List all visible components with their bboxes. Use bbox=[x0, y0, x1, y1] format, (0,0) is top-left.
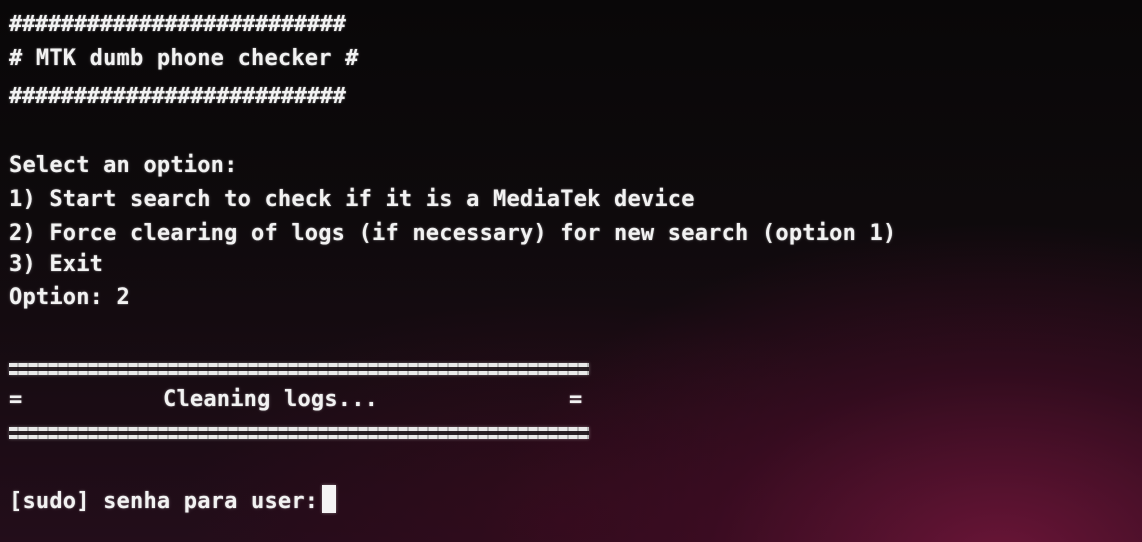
status-right-edge: = bbox=[569, 387, 583, 412]
option-input-line: Option: 2 bbox=[9, 285, 131, 310]
text-cursor bbox=[322, 485, 337, 513]
separator-bottom bbox=[9, 427, 589, 439]
terminal-window[interactable]: ########################## # MTK dumb ph… bbox=[0, 0, 1142, 542]
menu-option-3: 3) Exit bbox=[9, 252, 104, 277]
status-left-edge: = bbox=[9, 387, 23, 412]
banner-top: ########################## bbox=[9, 12, 346, 37]
separator-top bbox=[9, 363, 589, 375]
sudo-prompt-text: [sudo] senha para user: bbox=[9, 489, 319, 514]
sudo-password-prompt[interactable]: [sudo] senha para user: bbox=[9, 485, 337, 517]
menu-prompt: Select an option: bbox=[9, 153, 238, 178]
banner-bottom: ########################## bbox=[9, 84, 346, 109]
status-message: Cleaning logs... bbox=[163, 387, 379, 412]
banner-title: # MTK dumb phone checker # bbox=[9, 46, 359, 71]
menu-option-1: 1) Start search to check if it is a Medi… bbox=[9, 187, 695, 212]
menu-option-2: 2) Force clearing of logs (if necessary)… bbox=[9, 221, 897, 246]
